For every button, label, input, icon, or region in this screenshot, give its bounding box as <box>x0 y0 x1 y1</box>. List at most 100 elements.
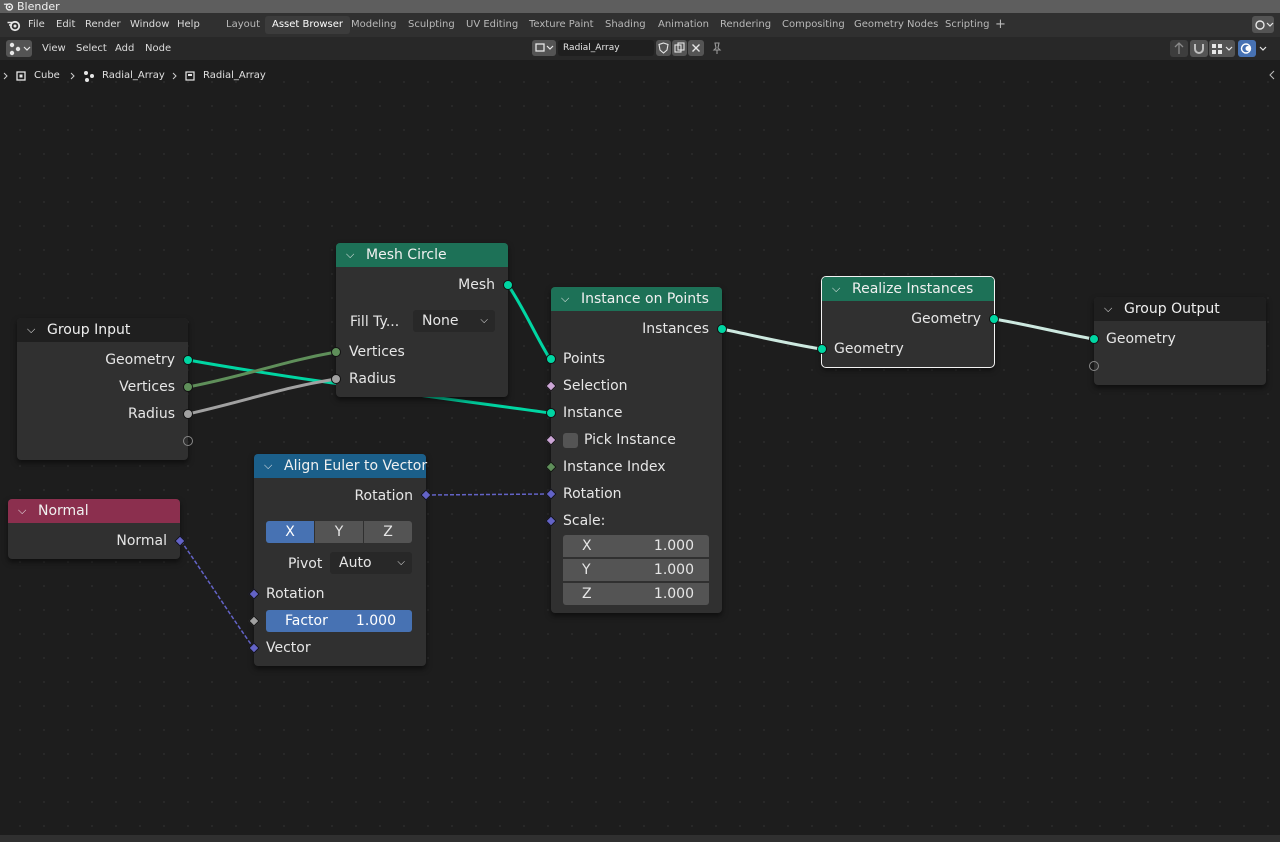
unlink-node-group-button[interactable] <box>688 40 704 56</box>
collapse-chevron-icon[interactable]: ⌵ <box>264 454 272 478</box>
node-header[interactable]: ⌵ Instance on Points <box>551 287 722 311</box>
fake-user-button[interactable] <box>656 40 671 56</box>
pin-icon[interactable] <box>710 41 724 55</box>
tab-scripting[interactable]: Scripting <box>938 16 996 34</box>
axis-z-toggle[interactable]: Z <box>364 521 412 543</box>
editor-type-button[interactable] <box>6 40 32 57</box>
tab-geometry-nodes[interactable]: Geometry Nodes <box>847 16 945 34</box>
node-normal[interactable]: ⌵ Normal Normal <box>8 499 186 559</box>
socket-vertices-output[interactable] <box>183 382 193 392</box>
node-title: Group Output <box>1124 301 1220 317</box>
socket-vertices-input[interactable] <box>331 347 341 357</box>
socket-points-input[interactable] <box>546 354 556 364</box>
menu-file[interactable]: File <box>28 13 45 37</box>
collapse-chevron-icon[interactable]: ⌵ <box>27 318 35 342</box>
tab-animation[interactable]: Animation <box>651 16 716 34</box>
menu-window[interactable]: Window <box>130 13 169 37</box>
node-instance-on-points[interactable]: ⌵ Instance on Points Instances Points Se… <box>545 287 727 613</box>
menu-edit[interactable]: Edit <box>56 13 75 37</box>
scene-selector-button[interactable] <box>1252 16 1274 33</box>
socket-radius-output[interactable] <box>183 409 193 419</box>
collapse-chevron-icon[interactable]: ⌵ <box>18 499 26 523</box>
tab-layout[interactable]: Layout <box>219 16 267 34</box>
output-radius-label: Radius <box>128 406 175 422</box>
parent-node-tree-button[interactable] <box>1170 40 1188 57</box>
menu-select[interactable]: Select <box>76 37 107 60</box>
node-group-name-field[interactable]: Radial_Array <box>558 40 654 56</box>
output-instances-label: Instances <box>642 321 709 337</box>
breadcrumb-node-group: Radial_Array <box>203 70 266 81</box>
socket-mesh-output[interactable] <box>503 280 513 290</box>
socket-empty-input[interactable] <box>1089 361 1099 371</box>
tab-uv-editing[interactable]: UV Editing <box>459 16 525 34</box>
socket-instance-input[interactable] <box>546 408 556 418</box>
node-group-input[interactable]: ⌵ Group Input Geometry Vertices Radius <box>17 318 193 460</box>
blender-logo-icon <box>3 3 14 11</box>
pick-instance-checkbox[interactable] <box>563 433 578 448</box>
snap-element-button[interactable] <box>1209 40 1235 57</box>
tab-asset-browser[interactable]: Asset Browser <box>265 16 351 34</box>
input-instance-label: Instance <box>563 405 623 421</box>
socket-geometry-output[interactable] <box>989 314 999 324</box>
node-editor-header: View Select Add Node Radial_Array <box>0 37 1280 60</box>
pivot-dropdown[interactable]: Auto ⌵ <box>330 552 412 574</box>
socket-geometry-input[interactable] <box>817 344 827 354</box>
node-header[interactable]: ⌵ Group Input <box>17 318 188 342</box>
tab-modeling[interactable]: Modeling <box>344 16 404 34</box>
tab-sculpting[interactable]: Sculpting <box>401 16 462 34</box>
axis-y-toggle[interactable]: Y <box>315 521 363 543</box>
top-bar: File Edit Render Window Help Layout Asse… <box>0 13 1280 37</box>
duplicate-node-group-button[interactable] <box>672 40 687 56</box>
socket-geometry-input[interactable] <box>1089 334 1099 344</box>
breadcrumb-modifier: Radial_Array <box>102 70 165 81</box>
sidebar-toggle-icon[interactable] <box>1268 70 1276 80</box>
output-geometry-label: Geometry <box>911 311 981 327</box>
node-align-euler-to-vector[interactable]: ⌵ Align Euler to Vector Rotation X Y Z P… <box>248 454 432 666</box>
chevron-down-icon[interactable] <box>1258 44 1268 54</box>
node-header[interactable]: ⌵ Align Euler to Vector <box>254 454 427 478</box>
scale-x-field[interactable]: X 1.000 <box>563 535 709 557</box>
node-header[interactable]: ⌵ Realize Instances <box>822 277 994 301</box>
menu-view[interactable]: View <box>42 37 66 60</box>
node-header[interactable]: ⌵ Normal <box>8 499 180 523</box>
node-header[interactable]: ⌵ Group Output <box>1094 297 1266 321</box>
menu-help[interactable]: Help <box>177 13 200 37</box>
menu-node[interactable]: Node <box>145 37 171 60</box>
socket-geometry-output[interactable] <box>183 355 193 365</box>
browse-node-group-button[interactable] <box>532 40 556 56</box>
blender-menu-icon[interactable] <box>6 17 22 33</box>
socket-radius-input[interactable] <box>331 374 341 384</box>
socket-empty-output[interactable] <box>183 436 193 446</box>
node-group-output[interactable]: ⌵ Group Output Geometry <box>1089 297 1266 385</box>
node-realize-instances[interactable]: ⌵ Realize Instances Geometry Geometry <box>817 276 999 368</box>
input-pick-instance-label: Pick Instance <box>584 432 676 448</box>
overlay-icon <box>1240 43 1252 54</box>
node-header[interactable]: ⌵ Mesh Circle <box>336 243 508 267</box>
overlays-button[interactable] <box>1238 40 1256 57</box>
tab-shading[interactable]: Shading <box>598 16 653 34</box>
chevron-down-icon: ⌵ <box>397 557 405 568</box>
collapse-chevron-icon[interactable]: ⌵ <box>561 287 569 311</box>
node-mesh-circle[interactable]: ⌵ Mesh Circle Mesh Fill Ty... None ⌵ Ver… <box>331 243 513 397</box>
socket-instances-output[interactable] <box>717 324 727 334</box>
fill-type-dropdown[interactable]: None ⌵ <box>413 310 495 332</box>
factor-label: Factor <box>285 613 328 629</box>
collapse-chevron-icon[interactable]: ⌵ <box>1104 297 1112 321</box>
factor-value: 1.000 <box>355 613 396 629</box>
collapse-chevron-icon[interactable]: ⌵ <box>346 243 354 267</box>
axis-x-toggle[interactable]: X <box>266 521 314 543</box>
tab-rendering[interactable]: Rendering <box>713 16 778 34</box>
scale-x-axis: X <box>582 538 592 554</box>
snapping-button[interactable] <box>1190 40 1208 57</box>
menu-render[interactable]: Render <box>85 13 121 37</box>
tab-compositing[interactable]: Compositing <box>775 16 852 34</box>
scale-z-field[interactable]: Z 1.000 <box>563 583 709 605</box>
tab-texture-paint[interactable]: Texture Paint <box>522 16 601 34</box>
collapse-chevron-icon[interactable]: ⌵ <box>832 277 840 301</box>
scale-y-field[interactable]: Y 1.000 <box>563 559 709 581</box>
add-workspace-button[interactable]: + <box>995 16 1006 34</box>
factor-slider[interactable]: Factor 1.000 <box>266 610 412 632</box>
menu-add[interactable]: Add <box>115 37 134 60</box>
output-geometry-label: Geometry <box>105 352 175 368</box>
node-title: Mesh Circle <box>366 247 447 263</box>
